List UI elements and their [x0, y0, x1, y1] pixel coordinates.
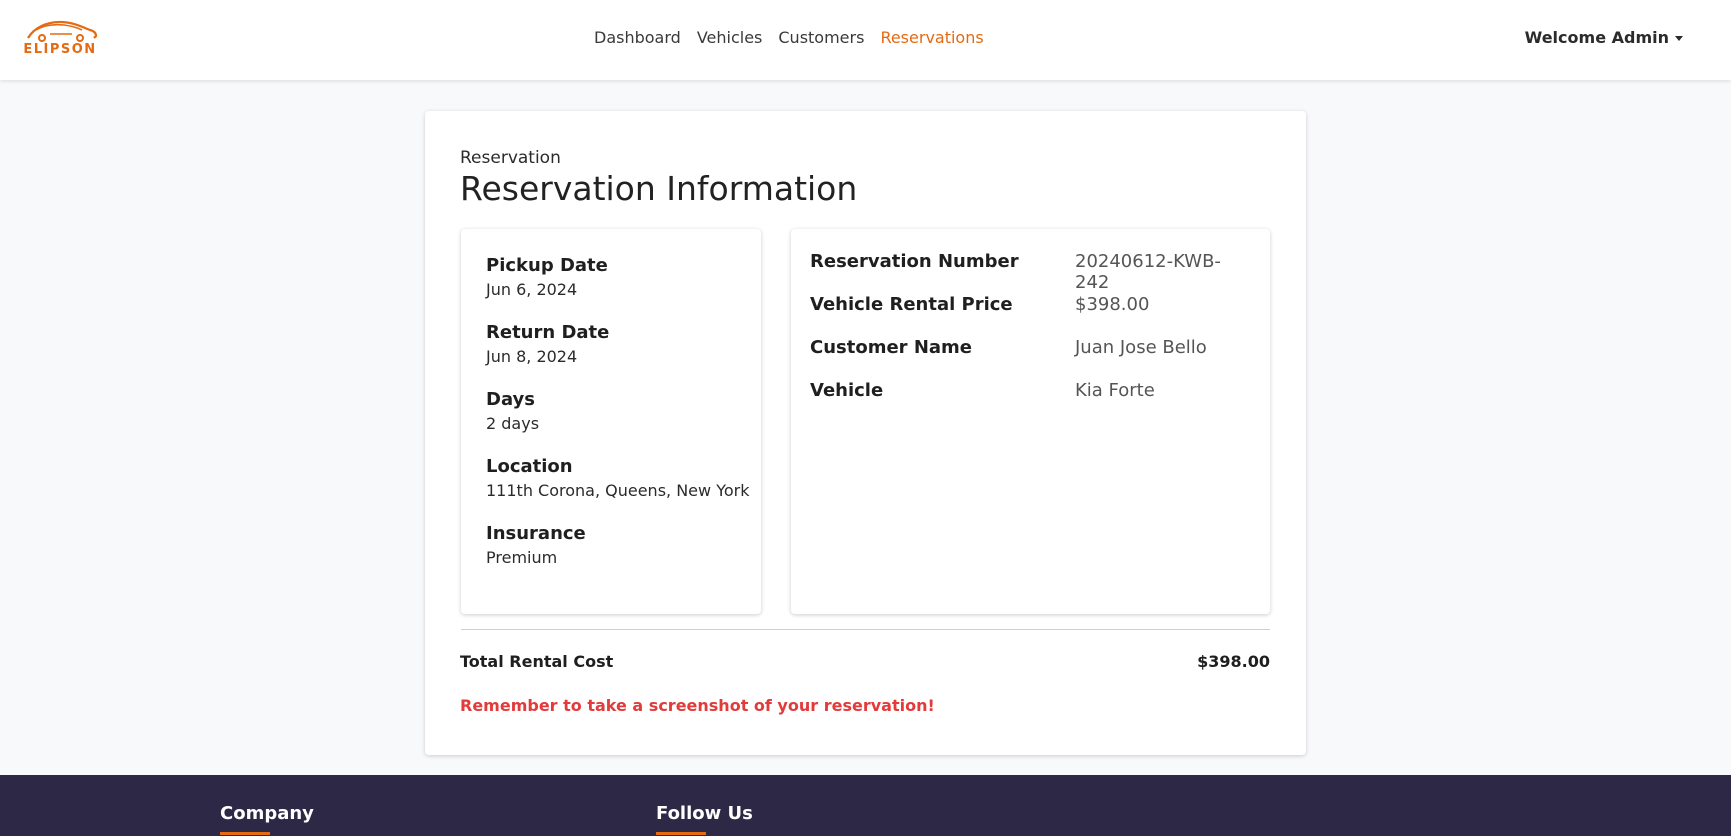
nav-vehicles[interactable]: Vehicles: [697, 28, 763, 47]
reservation-card: Reservation Reservation Information Pick…: [425, 111, 1306, 755]
days-label: Days: [486, 389, 535, 410]
rental-price-label: Vehicle Rental Price: [810, 294, 1013, 315]
insurance-label: Insurance: [486, 523, 586, 544]
location-field: Location 111th Corona, Queens, New York: [486, 456, 749, 500]
footer-follow-underline: [656, 832, 706, 835]
screenshot-reminder: Remember to take a screenshot of your re…: [460, 696, 935, 715]
page-title: Reservation Information: [460, 169, 858, 208]
user-menu-label: Welcome Admin: [1524, 28, 1669, 47]
user-menu-dropdown[interactable]: Welcome Admin: [1525, 28, 1683, 47]
nav-reservations[interactable]: Reservations: [880, 28, 983, 47]
return-date-field: Return Date Jun 8, 2024: [486, 322, 609, 366]
reservation-number-label: Reservation Number: [810, 251, 1019, 272]
insurance-field: Insurance Premium: [486, 523, 586, 567]
car-logo-icon: [27, 20, 98, 42]
reservation-number-value: 20240612-KWB-242: [1075, 251, 1221, 293]
brand-logo[interactable]: ELIPSON: [20, 16, 100, 60]
total-rental-cost-value: $398.00: [1197, 652, 1270, 671]
nav-customers[interactable]: Customers: [778, 28, 864, 47]
vehicle-value: Kia Forte: [1075, 380, 1155, 401]
footer-company-underline: [220, 832, 270, 835]
customer-name-value: Juan Jose Bello: [1075, 337, 1207, 358]
main-nav: Dashboard Vehicles Customers Reservation…: [594, 28, 984, 47]
customer-name-row: Customer Name Juan Jose Bello: [810, 337, 1250, 363]
total-divider: [461, 629, 1270, 630]
reservation-details-panel: Pickup Date Jun 6, 2024 Return Date Jun …: [461, 229, 761, 614]
location-value: 111th Corona, Queens, New York: [486, 481, 750, 500]
return-date-label: Return Date: [486, 322, 610, 343]
location-label: Location: [486, 456, 573, 477]
reservation-number-row: Reservation Number 20240612-KWB-242: [810, 251, 1250, 293]
site-footer: Company Follow Us: [0, 775, 1731, 836]
pickup-date-label: Pickup Date: [486, 255, 608, 276]
days-value: 2 days: [486, 414, 540, 433]
caret-down-icon: [1675, 36, 1683, 41]
footer-follow-heading: Follow Us: [656, 803, 753, 824]
brand-name: ELIPSON: [23, 42, 97, 57]
return-date-value: Jun 8, 2024: [486, 347, 578, 366]
days-field: Days 2 days: [486, 389, 539, 433]
customer-name-label: Customer Name: [810, 337, 972, 358]
vehicle-row: Vehicle Kia Forte: [810, 380, 1250, 406]
pickup-date-value: Jun 6, 2024: [486, 280, 578, 299]
nav-dashboard[interactable]: Dashboard: [594, 28, 681, 47]
rental-price-value: $398.00: [1075, 294, 1150, 315]
section-eyebrow: Reservation: [460, 148, 561, 168]
vehicle-label: Vehicle: [810, 380, 884, 401]
rental-price-row: Vehicle Rental Price $398.00: [810, 294, 1250, 320]
pickup-date-field: Pickup Date Jun 6, 2024: [486, 255, 608, 299]
insurance-value: Premium: [486, 548, 558, 567]
footer-company-heading: Company: [220, 803, 314, 824]
reservation-summary-panel: Reservation Number 20240612-KWB-242 Vehi…: [791, 229, 1270, 614]
total-rental-cost-label: Total Rental Cost: [460, 652, 614, 671]
top-navbar: ELIPSON Dashboard Vehicles Customers Res…: [0, 0, 1731, 80]
